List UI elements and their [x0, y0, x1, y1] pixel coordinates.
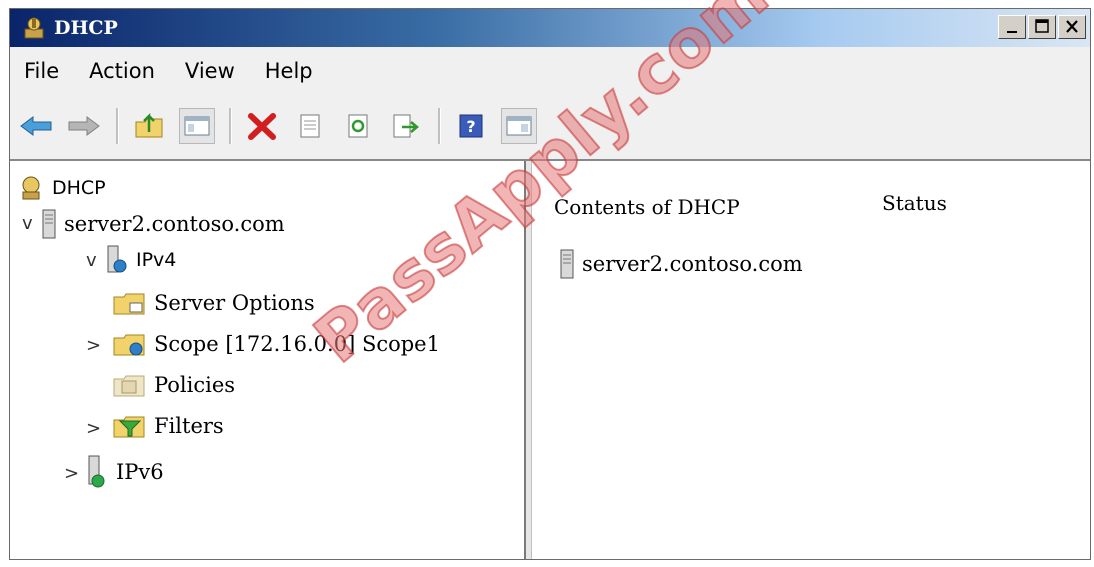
column-header-contents[interactable]: Contents of DHCP [554, 195, 740, 219]
toolbar: ? [10, 95, 1090, 157]
show-action-pane-button[interactable] [501, 108, 537, 144]
column-header-status[interactable]: Status [882, 191, 947, 215]
expand-toggle[interactable]: > [64, 463, 79, 484]
scope-folder-icon [113, 334, 145, 356]
list-item-name: server2.contoso.com [582, 252, 803, 276]
tree-label: Scope [172.16.0.0] Scope1 [154, 332, 440, 356]
ipv6-icon [88, 455, 105, 488]
minimize-icon [1007, 31, 1017, 33]
help-button[interactable]: ? [453, 108, 489, 144]
close-button[interactable] [1058, 15, 1086, 39]
dhcp-app-icon [22, 17, 46, 39]
toolbar-separator [438, 108, 441, 144]
back-button[interactable] [18, 108, 54, 144]
tree-label: DHCP [52, 177, 106, 199]
help-icon: ? [459, 114, 483, 138]
tree-node-ipv6[interactable]: IPv6 [86, 455, 164, 489]
red-x-icon [248, 113, 276, 140]
properties-icon [300, 114, 320, 138]
server-options-folder-icon [113, 293, 145, 315]
close-icon [1066, 20, 1078, 33]
tree-node-dhcp[interactable]: DHCP [18, 175, 106, 201]
up-folder-button[interactable] [131, 108, 167, 144]
export-icon [393, 114, 419, 138]
action-pane-icon [506, 116, 532, 136]
title-bar[interactable]: DHCP [10, 9, 1090, 47]
maximize-icon [1035, 19, 1049, 33]
tree-label: IPv6 [116, 460, 164, 484]
menu-help[interactable]: Help [265, 59, 313, 83]
show-hide-tree-button[interactable] [179, 108, 215, 144]
window-title: DHCP [54, 17, 118, 39]
expand-toggle[interactable]: > [86, 335, 101, 356]
tree-label: Server Options [154, 291, 315, 315]
tree-node-server2[interactable]: server2.contoso.com [42, 209, 285, 239]
arrow-left-icon [20, 116, 52, 136]
ipv4-icon [107, 245, 127, 273]
refresh-button[interactable] [340, 108, 376, 144]
toolbar-separator [229, 108, 232, 144]
forward-button[interactable] [66, 108, 102, 144]
minimize-button[interactable] [998, 15, 1026, 39]
dhcp-icon [22, 176, 40, 200]
delete-button[interactable] [244, 108, 280, 144]
menu-file[interactable]: File [24, 59, 59, 83]
menu-bar: File Action View Help [10, 49, 1090, 93]
toolbar-separator [116, 108, 119, 144]
expand-toggle[interactable]: > [86, 418, 101, 439]
svg-text:?: ? [466, 117, 475, 136]
collapse-toggle[interactable]: v [86, 250, 97, 271]
tree-node-ipv4[interactable]: IPv4 [106, 245, 176, 275]
server-icon [42, 209, 56, 239]
tree-label: server2.contoso.com [64, 212, 285, 236]
console-tree: DHCP v server2.contoso.com v IPv4 Server… [10, 161, 524, 559]
tree-label: IPv4 [136, 249, 177, 271]
menu-action[interactable]: Action [89, 59, 155, 83]
export-list-button[interactable] [388, 108, 424, 144]
tree-label: Policies [154, 373, 236, 397]
panes: DHCP v server2.contoso.com v IPv4 Server… [10, 159, 1090, 559]
tree-node-policies[interactable]: Policies [112, 371, 235, 399]
filters-icon [113, 416, 145, 438]
tree-node-filters[interactable]: Filters [112, 412, 224, 440]
results-pane: Contents of DHCP Status server2.contoso.… [532, 161, 1090, 559]
server-icon [560, 249, 574, 279]
folder-up-icon [135, 112, 163, 138]
list-item[interactable]: server2.contoso.com [560, 249, 803, 279]
tree-label: Filters [154, 414, 224, 438]
tree-node-server-options[interactable]: Server Options [112, 289, 315, 317]
policies-icon [113, 375, 145, 397]
properties-button[interactable] [292, 108, 328, 144]
collapse-toggle[interactable]: v [22, 213, 33, 234]
pane-splitter[interactable] [524, 161, 532, 559]
maximize-button[interactable] [1028, 15, 1056, 39]
menu-view[interactable]: View [185, 59, 235, 83]
refresh-icon [348, 114, 368, 138]
tree-node-scope[interactable]: Scope [172.16.0.0] Scope1 [112, 330, 440, 358]
arrow-right-icon [68, 116, 100, 136]
console-tree-icon [184, 116, 210, 136]
dhcp-window: DHCP File Action View Help ? DHCP v serv… [9, 0, 1091, 560]
